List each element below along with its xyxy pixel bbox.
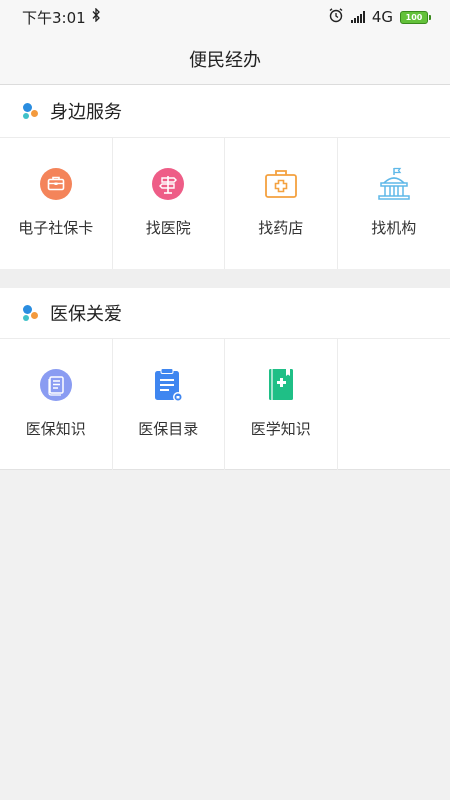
service-find-pharmacy[interactable]: 找药店 (225, 138, 338, 269)
care-label: 医保目录 (138, 420, 199, 438)
care-medical-knowledge[interactable]: 医学知识 (225, 339, 338, 470)
care-label: 医学知识 (250, 420, 311, 438)
section-title: 身边服务 (50, 102, 122, 123)
section-title: 医保关爱 (50, 304, 122, 325)
page-title: 便民经办 (189, 50, 261, 71)
bluetooth-icon (92, 7, 101, 26)
service-label: 找医院 (145, 219, 191, 237)
nav-bar: 便民经办 (0, 34, 450, 85)
battery-level: 100 (405, 12, 423, 22)
network-type: 4G (371, 8, 393, 26)
care-insurance-catalog[interactable]: 医保目录 (113, 339, 225, 470)
signal-icon (350, 11, 365, 23)
service-label: 找机构 (371, 219, 417, 237)
section-header: 医保关爱 (0, 288, 450, 339)
status-time: 下午3:01 (22, 8, 86, 27)
building-icon (376, 166, 412, 202)
status-bar: 下午3:01 4G 100 (0, 0, 450, 34)
care-label: 医保知识 (25, 420, 86, 438)
service-label: 电子社保卡 (18, 219, 94, 237)
empty-cell (338, 339, 450, 470)
medical-book-icon (263, 367, 299, 403)
status-left: 下午3:01 (22, 7, 101, 28)
battery-icon: 100 (400, 10, 431, 24)
section-dots-icon (22, 303, 38, 323)
briefcase-icon (38, 166, 74, 202)
alarm-icon (328, 7, 344, 27)
service-grid: 电子社保卡 找医院 找药店 找机构 (0, 138, 450, 269)
status-right: 4G 100 (328, 7, 431, 27)
section-nearby-services: 身边服务 电子社保卡 找医院 找药店 找机构 (0, 85, 450, 269)
clipboard-list-icon (150, 367, 186, 403)
section-divider (0, 269, 450, 288)
section-header: 身边服务 (0, 85, 450, 138)
care-insurance-knowledge[interactable]: 医保知识 (0, 339, 113, 470)
care-grid: 医保知识 医保目录 医学知识 (0, 339, 450, 470)
signpost-icon (150, 166, 186, 202)
section-insurance-care: 医保关爱 医保知识 医保目录 医学知识 (0, 288, 450, 470)
medical-kit-icon (263, 166, 299, 202)
service-find-institution[interactable]: 找机构 (338, 138, 450, 269)
service-find-hospital[interactable]: 找医院 (113, 138, 225, 269)
section-dots-icon (22, 101, 38, 121)
notes-icon (38, 367, 74, 403)
service-e-social-card[interactable]: 电子社保卡 (0, 138, 113, 269)
service-label: 找药店 (258, 219, 304, 237)
